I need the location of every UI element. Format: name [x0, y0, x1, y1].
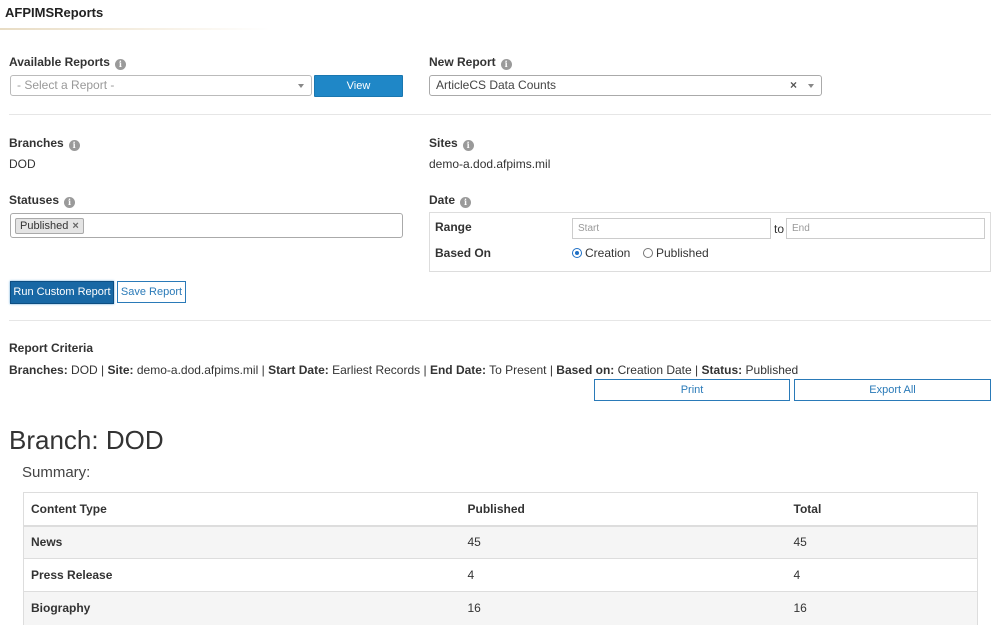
info-icon[interactable]: i	[462, 140, 474, 151]
criteria-key: Start Date:	[268, 363, 329, 377]
save-report-button[interactable]: Save Report	[117, 281, 186, 303]
export-all-button[interactable]: Export All	[794, 379, 991, 401]
sites-value: demo-a.dod.afpims.mil	[429, 157, 551, 171]
date-label-text: Date	[429, 193, 456, 207]
branches-label: Branches i	[9, 136, 80, 151]
criteria-value: demo-a.dod.afpims.mil	[136, 363, 259, 377]
range-to-text: to	[774, 222, 785, 236]
info-icon[interactable]: i	[114, 59, 126, 70]
available-reports-label-text: Available Reports	[9, 55, 110, 69]
status-tag: Published ×	[15, 218, 84, 234]
info-icon[interactable]: i	[64, 197, 76, 208]
statuses-label-text: Statuses	[9, 193, 60, 207]
section-divider	[9, 320, 991, 321]
start-date-input[interactable]: Start	[572, 218, 771, 239]
criteria-key: End Date:	[429, 363, 486, 377]
creation-option-label: Creation	[585, 246, 631, 260]
summary-label: Summary:	[22, 464, 91, 481]
info-icon[interactable]: i	[460, 197, 472, 208]
table-cell: 4	[786, 558, 978, 592]
available-reports-label: Available Reports i	[9, 55, 126, 70]
app-title: AFPIMSReports	[5, 5, 104, 20]
criteria-value: Published	[745, 363, 799, 377]
based-on-label: Based On	[435, 246, 492, 260]
table-cell: 4	[460, 558, 787, 592]
range-label: Range	[435, 220, 472, 234]
close-icon[interactable]: ×	[790, 76, 797, 95]
branches-label-text: Branches	[9, 136, 64, 150]
criteria-key: Status:	[701, 363, 743, 377]
date-label: Date i	[429, 193, 472, 208]
available-reports-select[interactable]: - Select a Report -	[10, 75, 312, 96]
column-header-content-type: Content Type	[23, 492, 461, 527]
criteria-key: Branches:	[9, 363, 68, 377]
new-report-select-value: ArticleCS Data Counts	[436, 78, 557, 92]
column-header-published: Published	[460, 492, 787, 527]
criteria-key: Based on:	[556, 363, 615, 377]
table-cell: Press Release	[23, 558, 461, 592]
table-row: Press Release 4 4	[23, 558, 978, 592]
criteria-value: DOD	[71, 363, 98, 377]
radio-checked-icon[interactable]	[572, 248, 582, 258]
new-report-select[interactable]: ArticleCS Data Counts ×	[429, 75, 822, 96]
criteria-value: Earliest Records	[332, 363, 421, 377]
chevron-down-icon	[298, 84, 304, 88]
table-row: News 45 45	[23, 525, 978, 559]
branches-value: DOD	[9, 157, 36, 171]
column-header-total: Total	[786, 492, 978, 527]
title-divider	[0, 28, 270, 30]
view-button[interactable]: View	[314, 75, 403, 97]
status-tag-label: Published	[20, 220, 69, 232]
close-icon[interactable]: ×	[72, 220, 78, 232]
branch-title: Branch: DOD	[9, 425, 164, 455]
table-cell: 16	[460, 591, 787, 625]
criteria-key: Site:	[107, 363, 134, 377]
sites-label-text: Sites	[429, 136, 458, 150]
available-reports-select-value: - Select a Report -	[17, 78, 115, 92]
criteria-separator: |	[261, 363, 265, 377]
report-criteria-title: Report Criteria	[9, 341, 94, 355]
new-report-label-text: New Report	[429, 55, 496, 69]
chevron-down-icon	[808, 84, 814, 88]
criteria-value: Creation Date	[617, 363, 692, 377]
info-icon[interactable]: i	[500, 59, 512, 70]
criteria-separator: |	[549, 363, 553, 377]
table-header-row: Content Type Published Total	[23, 492, 978, 527]
summary-table: Content Type Published Total News 45 45 …	[23, 492, 978, 625]
table-cell: News	[23, 525, 461, 559]
based-on-published-option[interactable]: Published	[643, 246, 709, 260]
based-on-creation-option[interactable]: Creation	[572, 246, 630, 260]
start-date-placeholder: Start	[578, 223, 600, 234]
run-custom-report-button[interactable]: Run Custom Report	[10, 281, 114, 304]
criteria-value: To Present	[489, 363, 547, 377]
table-cell: 45	[460, 525, 787, 559]
sites-label: Sites i	[429, 136, 474, 151]
new-report-label: New Report i	[429, 55, 512, 70]
criteria-separator: |	[695, 363, 699, 377]
statuses-label: Statuses i	[9, 193, 76, 208]
table-cell: Biography	[23, 591, 461, 625]
table-cell: 16	[786, 591, 978, 625]
report-criteria-summary: Branches: DOD | Site: demo-a.dod.afpims.…	[9, 363, 798, 377]
section-divider	[9, 114, 991, 115]
print-button[interactable]: Print	[594, 379, 790, 401]
statuses-multiselect[interactable]: Published ×	[10, 213, 403, 238]
criteria-separator: |	[423, 363, 427, 377]
criteria-separator: |	[101, 363, 105, 377]
radio-unchecked-icon[interactable]	[643, 248, 653, 258]
end-date-placeholder: End	[792, 223, 810, 234]
table-row: Biography 16 16	[23, 591, 978, 625]
published-option-label: Published	[656, 246, 709, 260]
table-cell: 45	[786, 525, 978, 559]
end-date-input[interactable]: End	[786, 218, 985, 239]
info-icon[interactable]: i	[68, 140, 80, 151]
